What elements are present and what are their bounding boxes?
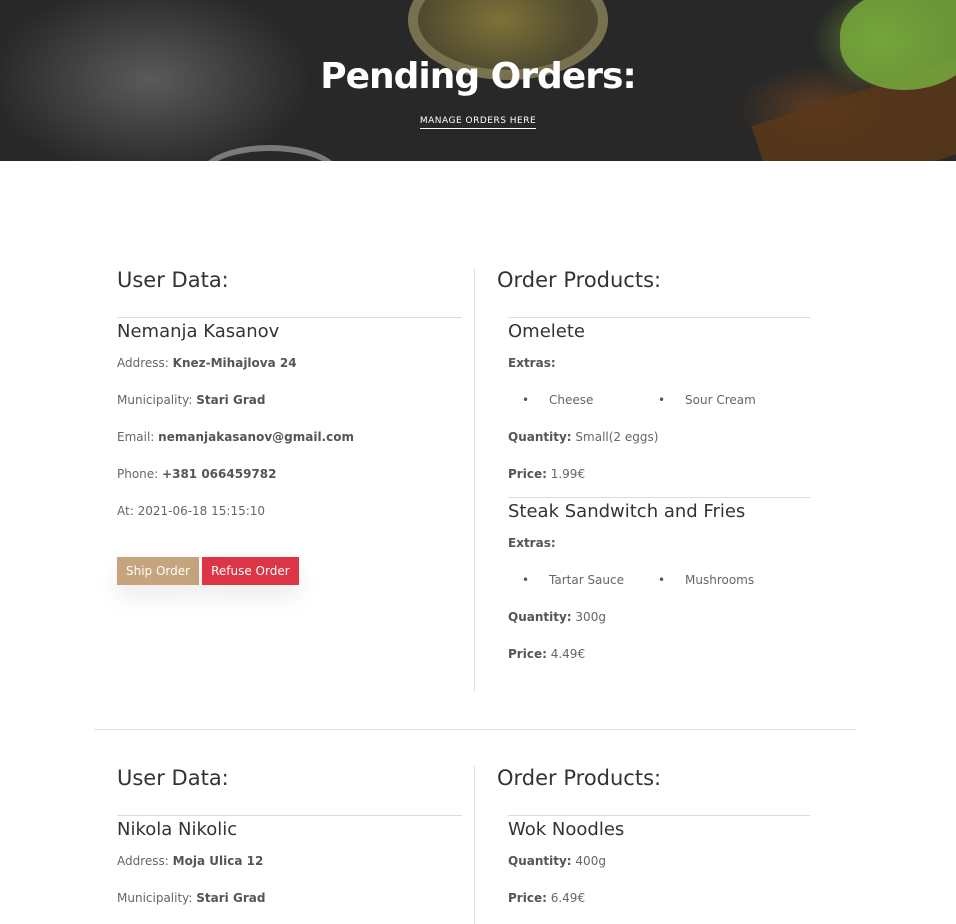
municipality-label: Municipality: (117, 891, 193, 905)
quantity-field: Quantity: Small(2 eggs) (508, 430, 810, 467)
product-item: Steak Sandwitch and Fries Extras: Tartar… (497, 497, 810, 684)
phone-label: Phone: (117, 467, 159, 481)
product-name: Wok Noodles (508, 819, 625, 840)
order-products-heading: Order Products: (497, 268, 662, 292)
quantity-field: Quantity: 400g (508, 854, 810, 891)
municipality-field: Municipality: Stari Grad (117, 393, 462, 430)
extras-list: Cheese Sour Cream (508, 393, 810, 430)
address-field: Address: Moja Ulica 12 (117, 854, 462, 891)
order-products-heading: Order Products: (497, 766, 662, 790)
product-name: Omelete (508, 321, 585, 342)
quantity-value: Small(2 eggs) (575, 430, 659, 444)
order-actions: Ship Order Refuse Order (117, 557, 462, 585)
price-field: Price: 6.49€ (508, 891, 810, 924)
quantity-label: Quantity: (508, 610, 572, 624)
extra-item: Mushrooms (644, 573, 780, 610)
extras-label: Extras: (508, 356, 556, 370)
municipality-value: Stari Grad (196, 891, 266, 905)
municipality-label: Municipality: (117, 393, 193, 407)
ship-order-button[interactable]: Ship Order (117, 557, 200, 585)
customer-name: Nikola Nikolic (117, 819, 238, 840)
divider (117, 815, 462, 816)
column-divider (474, 766, 475, 924)
price-label: Price: (508, 891, 547, 905)
order-separator (94, 729, 856, 730)
extra-item: Cheese (508, 393, 644, 430)
quantity-label: Quantity: (508, 430, 572, 444)
phone-field: Phone: +381 066459782 (117, 467, 462, 504)
divider (508, 815, 810, 816)
phone-value: +381 066459782 (162, 467, 277, 481)
quantity-label: Quantity: (508, 854, 572, 868)
page-subtitle[interactable]: MANAGE ORDERS HERE (0, 116, 956, 129)
user-data-column: User Data: Nemanja Kasanov Address: Knez… (117, 268, 462, 585)
user-data-column: User Data: Nikola Nikolic Address: Moja … (117, 766, 462, 924)
order-products-column: Order Products: Wok Noodles Quantity: 40… (497, 766, 810, 924)
page-title: Pending Orders: (320, 56, 637, 97)
address-field: Address: Knez-Mihajlova 24 (117, 356, 462, 393)
timestamp-value: 2021-06-18 15:15:10 (137, 504, 266, 518)
timestamp-label: At: (117, 504, 134, 518)
quantity-value: 300g (575, 610, 606, 624)
product-name: Steak Sandwitch and Fries (508, 501, 746, 522)
extras-label: Extras: (508, 536, 556, 550)
price-label: Price: (508, 647, 547, 661)
customer-name: Nemanja Kasanov (117, 321, 280, 342)
extras-list: Tartar Sauce Mushrooms (508, 573, 810, 610)
price-label: Price: (508, 467, 547, 481)
divider (508, 317, 810, 318)
address-value: Moja Ulica 12 (172, 854, 264, 868)
price-field: Price: 1.99€ (508, 467, 810, 497)
order-products-column: Order Products: Omelete Extras: Cheese S… (497, 268, 810, 684)
municipality-field: Municipality: Stari Grad (117, 891, 462, 924)
hero-banner: Pending Orders: MANAGE ORDERS HERE (0, 0, 956, 161)
email-label: Email: (117, 430, 155, 444)
price-value: 4.49€ (550, 647, 586, 661)
extra-item: Tartar Sauce (508, 573, 644, 610)
price-value: 6.49€ (550, 891, 586, 905)
product-item: Wok Noodles Quantity: 400g Price: 6.49€ (497, 815, 810, 924)
divider (117, 317, 462, 318)
email-value: nemanjakasanov@gmail.com (158, 430, 354, 444)
email-field: Email: nemanjakasanov@gmail.com (117, 430, 462, 467)
address-value: Knez-Mihajlova 24 (172, 356, 297, 370)
user-data-heading: User Data: (117, 268, 229, 292)
page-subtitle-link[interactable]: MANAGE ORDERS HERE (419, 116, 537, 129)
municipality-value: Stari Grad (196, 393, 266, 407)
user-data-heading: User Data: (117, 766, 229, 790)
address-label: Address: (117, 356, 169, 370)
price-value: 1.99€ (550, 467, 586, 481)
hero-bg-bowl (200, 145, 340, 161)
product-item: Omelete Extras: Cheese Sour Cream Quanti… (497, 317, 810, 497)
refuse-order-button[interactable]: Refuse Order (202, 557, 299, 585)
extra-item: Sour Cream (644, 393, 780, 430)
column-divider (474, 268, 475, 692)
quantity-value: 400g (575, 854, 606, 868)
price-field: Price: 4.49€ (508, 647, 810, 684)
quantity-field: Quantity: 300g (508, 610, 810, 647)
address-label: Address: (117, 854, 169, 868)
timestamp-field: At: 2021-06-18 15:15:10 (117, 504, 462, 541)
divider (508, 497, 810, 498)
